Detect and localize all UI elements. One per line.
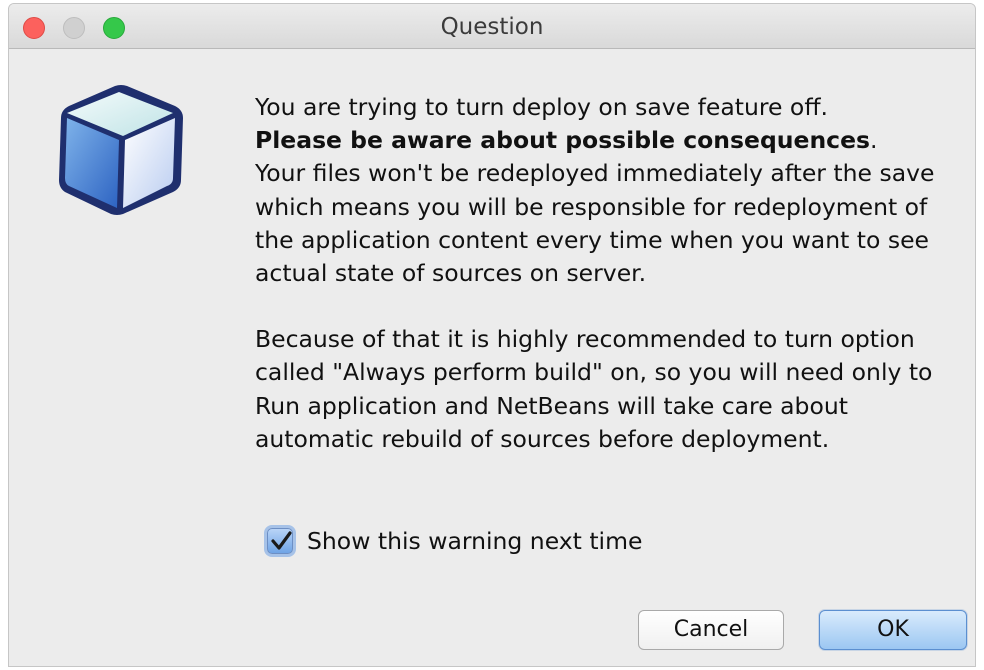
show-warning-label[interactable]: Show this warning next time (307, 527, 642, 555)
ok-button[interactable]: OK (819, 610, 967, 650)
window-title: Question (440, 14, 544, 40)
message-details: Your files won't be redeployed immediate… (255, 159, 935, 288)
consequences-warning: Please be aware about possible consequen… (255, 126, 871, 155)
netbeans-cube-icon (59, 85, 183, 215)
message-paragraph-1: You are trying to turn deploy on save fe… (255, 91, 955, 290)
warning-message: You are trying to turn deploy on save fe… (255, 91, 955, 456)
show-warning-option[interactable]: Show this warning next time (267, 522, 642, 560)
message-paragraph-2: Because of that it is highly recommended… (255, 325, 933, 453)
title-bar[interactable]: Question (9, 4, 975, 49)
message-intro: You are trying to turn deploy on save fe… (255, 93, 828, 121)
cancel-button[interactable]: Cancel (638, 610, 784, 650)
question-dialog: Question You are trying to turn deploy o… (8, 3, 976, 667)
show-warning-checkbox[interactable] (267, 528, 293, 554)
consequences-period: . (870, 126, 878, 155)
checkmark-icon (271, 531, 292, 550)
